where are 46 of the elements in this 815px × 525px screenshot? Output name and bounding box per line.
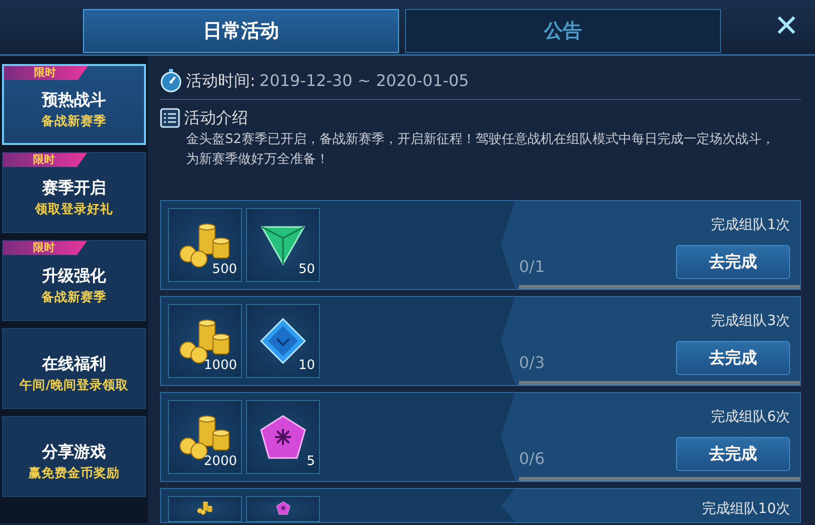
task-goal: 完成组队3次 bbox=[711, 312, 790, 331]
sidebar-item[interactable]: 限时 预热战斗 备战新赛季 bbox=[2, 64, 146, 145]
sidebar-item[interactable]: 限时 升级强化 备战新赛季 bbox=[2, 240, 146, 321]
sidebar-item[interactable]: 分享游戏 赢免费金币奖励 bbox=[2, 416, 146, 497]
sidebar-item[interactable]: 限时 赛季开启 领取登录好礼 bbox=[2, 152, 146, 233]
reward-count: 50 bbox=[298, 260, 315, 278]
sidebar-item-subtitle: 午间/晚间登录领取 bbox=[20, 376, 128, 394]
reward-count: 5 bbox=[306, 452, 315, 470]
limited-tag: 限时 bbox=[3, 153, 87, 167]
go-complete-button[interactable]: 去完成 bbox=[676, 437, 790, 471]
go-complete-button[interactable]: 去完成 bbox=[676, 341, 790, 375]
sidebar-item-subtitle: 赢免费金币奖励 bbox=[28, 464, 120, 482]
time-range: 2019-12-30 ~ 2020-01-05 bbox=[259, 70, 469, 92]
sidebar-item-subtitle: 备战新赛季 bbox=[42, 112, 106, 130]
progress-count: 0/6 bbox=[519, 448, 545, 470]
reward-count: 10 bbox=[298, 356, 315, 374]
time-label: 活动时间: bbox=[186, 70, 256, 92]
intro-title: 活动介绍 bbox=[184, 107, 248, 129]
reward-count: 500 bbox=[212, 260, 237, 278]
sidebar-item-subtitle: 领取登录好礼 bbox=[35, 200, 113, 218]
task-goal: 完成组队6次 bbox=[711, 408, 790, 427]
task-goal: 完成组队1次 bbox=[711, 216, 790, 235]
pentagon-gem-icon bbox=[276, 501, 290, 515]
intro-text: 金头盔S2赛季已开启，备战新赛季，开启新征程！驾驶任意战机在组队模式中每日完成一定场次战斗，为新赛季做好万全准备！ bbox=[185, 131, 776, 169]
sidebar-item-title: 分享游戏 bbox=[42, 441, 106, 464]
tab[interactable]: 公告 bbox=[405, 9, 721, 53]
limited-tag: 限时 bbox=[4, 66, 88, 80]
close-button[interactable]: ✕ bbox=[772, 9, 801, 45]
task-goal: 完成组队10次 bbox=[702, 500, 790, 519]
progress-count: 0/1 bbox=[519, 256, 545, 278]
sidebar-item-title: 赛季开启 bbox=[42, 177, 106, 200]
tab[interactable]: 日常活动 bbox=[83, 9, 399, 53]
document-icon bbox=[160, 108, 180, 128]
reward-count: 1000 bbox=[204, 356, 237, 374]
sidebar-item[interactable]: 在线福利 午间/晚间登录领取 bbox=[2, 328, 146, 409]
limited-tag: 限时 bbox=[3, 241, 87, 255]
sidebar-item-title: 预热战斗 bbox=[42, 89, 106, 112]
sidebar-item-subtitle: 备战新赛季 bbox=[42, 288, 106, 306]
coins-icon bbox=[197, 501, 213, 515]
progress-count: 0/3 bbox=[519, 352, 545, 374]
pentagon-gem-icon bbox=[259, 414, 307, 460]
sidebar-item-title: 在线福利 bbox=[42, 353, 106, 376]
go-complete-button[interactable]: 去完成 bbox=[676, 245, 790, 279]
reward-count: 2000 bbox=[204, 452, 237, 470]
sidebar-item-title: 升级强化 bbox=[42, 265, 106, 288]
stopwatch-icon bbox=[160, 68, 182, 92]
